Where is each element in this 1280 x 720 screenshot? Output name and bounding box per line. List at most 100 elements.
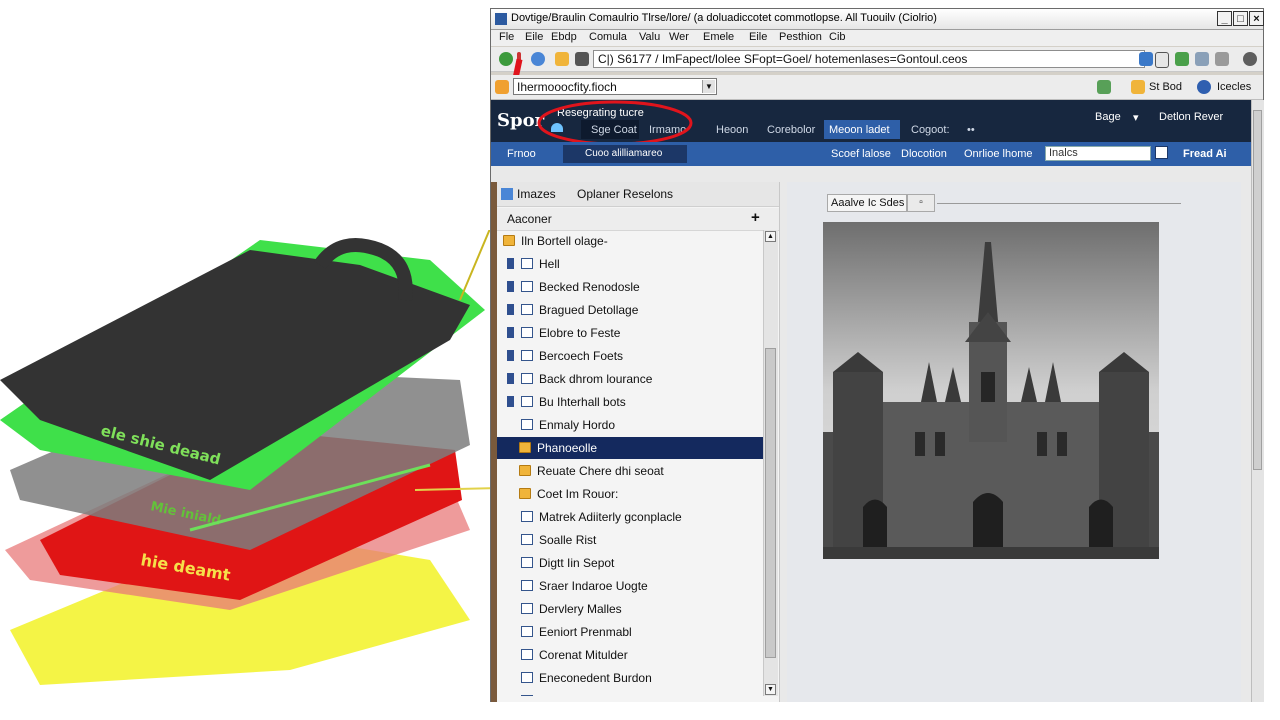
document-icon (521, 304, 533, 315)
subnav-item[interactable]: Onrlioe lhome (964, 148, 1032, 160)
nav-item[interactable]: Meoon ladet (829, 124, 890, 136)
file-list-item-label: Reuate Chere dhi seoat (537, 464, 664, 478)
nav-item[interactable]: •• (967, 124, 975, 136)
refresh-icon[interactable] (1139, 52, 1153, 66)
preview-tab[interactable]: Aaalve Ic Sdes (827, 194, 907, 212)
file-list-item[interactable]: Becked Renodosle (497, 276, 763, 298)
file-list: Iln Bortell olage- Hell Becked Renodosle Br… (497, 230, 763, 696)
file-list-item[interactable]: Eneconedent Burdon (497, 667, 763, 689)
back-icon[interactable] (499, 52, 513, 66)
search-icon[interactable] (1155, 146, 1168, 159)
scroll-down-arrow[interactable]: ▼ (765, 684, 776, 695)
subnav-item[interactable]: Frnoo (507, 148, 536, 160)
file-list-item[interactable]: Elobre to Feste (497, 322, 763, 344)
chevron-down-icon[interactable]: ▾ (1133, 111, 1139, 124)
preview-tab-secondary[interactable]: ▫ (907, 194, 935, 212)
window-scroll-thumb[interactable] (1253, 110, 1262, 470)
file-list-item[interactable]: Coet Im Rouor: (497, 483, 763, 505)
file-list-item[interactable]: Phanoeolle (497, 437, 763, 459)
nav-item[interactable]: Cogoot: (911, 124, 950, 136)
menu-item[interactable]: Cib (829, 31, 846, 43)
user-menu[interactable]: Detlon Rever (1159, 111, 1223, 123)
menu-item[interactable]: Wer (669, 31, 689, 43)
cathedral-photo[interactable] (823, 222, 1159, 559)
close-button[interactable]: × (1249, 11, 1264, 26)
menu-item[interactable]: Pesthion (779, 31, 822, 43)
file-list-item[interactable]: Reuate Chere dhi seoat (497, 460, 763, 482)
find-input[interactable]: Inalcs (1045, 146, 1151, 161)
minimize-button[interactable]: _ (1217, 11, 1232, 26)
page-icon[interactable] (575, 52, 589, 66)
folder-icon[interactable] (1131, 80, 1145, 94)
file-list-item-label: Eeniort Prenmabl (539, 625, 632, 639)
page-menu[interactable]: Bage (1095, 111, 1121, 123)
menu-item[interactable]: Eile (749, 31, 767, 43)
file-list-item[interactable]: Frounk Gearoov daue Haw to Cooft (497, 690, 763, 696)
settings-icon[interactable] (1243, 52, 1257, 66)
file-list-item[interactable]: Digtt Iin Sepot (497, 552, 763, 574)
forward-icon[interactable] (531, 52, 545, 66)
tools-label[interactable]: Icecles (1217, 81, 1251, 93)
file-list-item[interactable]: Sraer Indaroe Uogte (497, 575, 763, 597)
stop-icon[interactable] (1195, 52, 1209, 66)
document-icon (521, 649, 533, 660)
location-combo[interactable]: Ihermooocfity.fioch ▼ (513, 78, 717, 95)
home-icon[interactable] (555, 52, 569, 66)
file-list-item[interactable]: Eeniort Prenmabl (497, 621, 763, 643)
file-list-item[interactable]: Back dhrom lourance (497, 368, 763, 390)
add-icon[interactable]: + (751, 209, 760, 226)
menu-item[interactable]: Eile (525, 31, 543, 43)
file-list-item[interactable]: Bercoech Foets (497, 345, 763, 367)
print-icon[interactable] (1215, 52, 1229, 66)
preview-divider (937, 203, 1181, 204)
file-list-item[interactable]: Bragued Detollage (497, 299, 763, 321)
tab-other-resources[interactable]: Oplaner Reselons (577, 187, 673, 201)
menu-item[interactable]: Comula (589, 31, 627, 43)
tab-images[interactable]: Imazes (517, 187, 556, 201)
find-label[interactable]: Fread Ai (1183, 148, 1227, 160)
favorites-icon[interactable] (495, 80, 509, 94)
file-list-item[interactable]: Dervlery Malles (497, 598, 763, 620)
document-icon (521, 534, 533, 545)
nav-item[interactable]: Corebolor (767, 124, 815, 136)
subnav-item[interactable]: Dlocotion (901, 148, 947, 160)
find-input-value: Inalcs (1049, 147, 1078, 159)
tree-marker-icon (507, 281, 514, 292)
file-list-item[interactable]: Matrek Adiiterly gconplacle (497, 506, 763, 528)
file-list-item-label: Dervlery Malles (539, 602, 622, 616)
go-icon[interactable] (1175, 52, 1189, 66)
maximize-button[interactable]: □ (1233, 11, 1248, 26)
file-list-item[interactable]: Hell (497, 253, 763, 275)
chevron-down-icon[interactable]: ▼ (702, 80, 715, 93)
address-field[interactable]: C|) S6177 / ImFapect/lolee SFopt=Goel/ h… (593, 50, 1145, 68)
file-list-item[interactable]: Bu Ihterhall bots (497, 391, 763, 413)
file-list-item-label: Soalle Rist (539, 533, 597, 547)
subnav-item[interactable]: Cuoo alilliamareo (585, 148, 662, 159)
menu-item[interactable]: Valu (639, 31, 660, 43)
address-dropdown-icon[interactable] (1155, 52, 1169, 68)
window-scrollbar[interactable] (1251, 100, 1264, 702)
bookmarks-label[interactable]: St Bod (1149, 81, 1182, 93)
panel-scrollbar[interactable]: ▲ ▼ (763, 230, 778, 696)
document-icon (521, 603, 533, 614)
menu-item[interactable]: Emele (703, 31, 734, 43)
browser-window: Dovtige/Braulin Comaulrio Tlrse/lore/ (a… (490, 8, 1264, 702)
file-list-item[interactable]: Enmaly Hordo (497, 414, 763, 436)
nav-item[interactable]: Heoon (716, 124, 748, 136)
rss-icon[interactable] (1097, 80, 1111, 94)
file-list-item[interactable]: Corenat Mitulder (497, 644, 763, 666)
file-list-item[interactable]: Soalle Rist (497, 529, 763, 551)
subnav-item[interactable]: Scoef lalose (831, 148, 891, 160)
tools-icon[interactable] (1197, 80, 1211, 94)
file-list-item[interactable]: Iln Bortell olage- (497, 230, 763, 252)
web-page: Spor Resegrating tucre Sge Coat Irmamo H… (491, 100, 1251, 702)
title-bar: Dovtige/Braulin Comaulrio Tlrse/lore/ (a… (491, 9, 1264, 30)
file-list-item-label: Eneconedent Burdon (539, 671, 652, 685)
document-icon (521, 373, 533, 384)
favorites-toolbar: Ihermooocfity.fioch ▼ St Bod Icecles (491, 75, 1263, 100)
menu-item[interactable]: Ebdp (551, 31, 577, 43)
menu-item[interactable]: Fle (499, 31, 514, 43)
scroll-up-arrow[interactable]: ▲ (765, 231, 776, 242)
tree-marker-icon (507, 304, 514, 315)
scroll-thumb[interactable] (765, 348, 776, 658)
